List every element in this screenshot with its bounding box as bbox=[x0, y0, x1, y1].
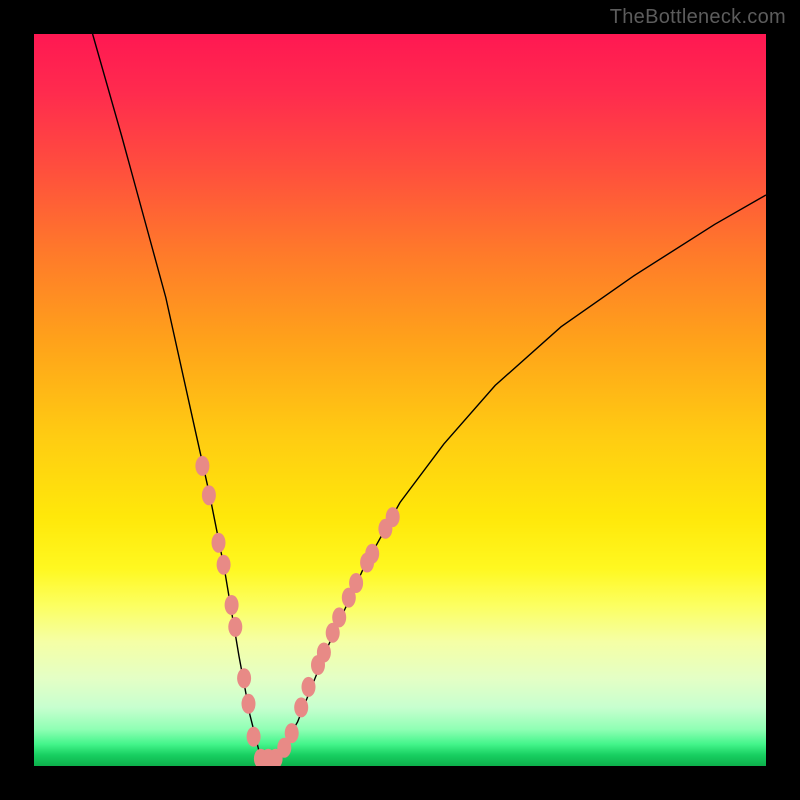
highlight-dot bbox=[317, 643, 331, 663]
highlight-dot bbox=[202, 485, 216, 505]
watermark-label: TheBottleneck.com bbox=[610, 6, 786, 29]
highlight-dot bbox=[225, 595, 239, 615]
highlight-dot bbox=[294, 697, 308, 717]
highlight-dot bbox=[302, 677, 316, 697]
highlight-dot bbox=[285, 723, 299, 743]
highlight-dot bbox=[365, 544, 379, 564]
highlight-dot bbox=[195, 456, 209, 476]
plot-area bbox=[34, 34, 766, 766]
highlight-dot bbox=[228, 617, 242, 637]
highlight-dot bbox=[247, 727, 261, 747]
highlight-dot bbox=[212, 533, 226, 553]
highlight-dot bbox=[237, 668, 251, 688]
chart-stage: TheBottleneck.com bbox=[0, 0, 800, 800]
highlight-dot bbox=[349, 573, 363, 593]
highlight-dot bbox=[217, 555, 231, 575]
highlight-dot bbox=[242, 694, 256, 714]
highlight-dots bbox=[34, 34, 766, 766]
highlight-dot bbox=[386, 507, 400, 527]
highlight-dot bbox=[332, 607, 346, 627]
